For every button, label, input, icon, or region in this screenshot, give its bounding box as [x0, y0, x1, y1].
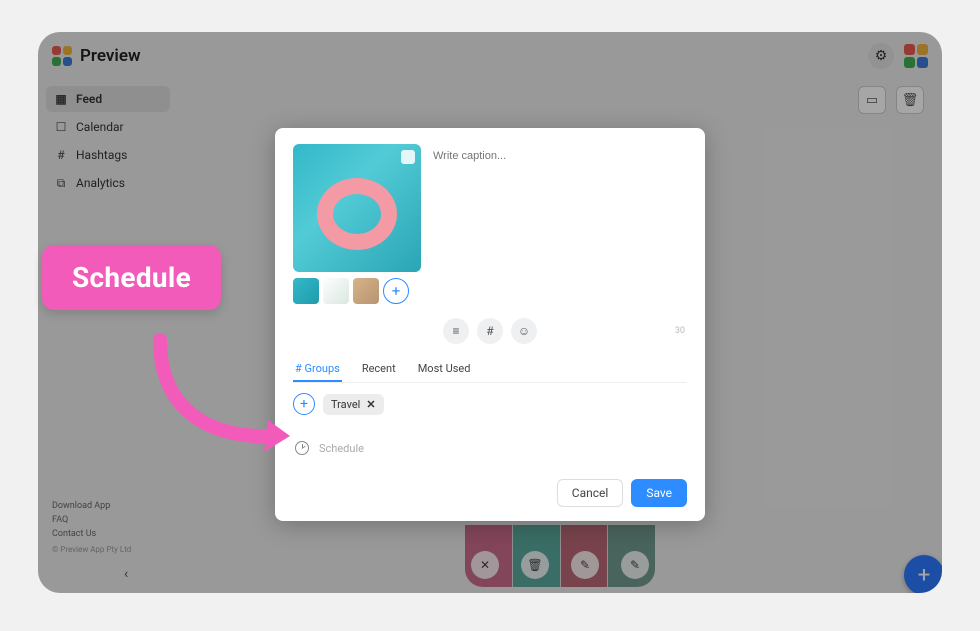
- add-group-button[interactable]: +: [293, 393, 315, 415]
- chip-label: Travel: [331, 398, 360, 411]
- plus-icon: +: [392, 282, 401, 300]
- align-icon: ≡: [452, 324, 459, 338]
- emoji-icon: ☺: [518, 324, 530, 338]
- clock-icon: [295, 441, 309, 455]
- hashtag-tabs: # Groups Recent Most Used: [293, 356, 687, 383]
- plus-icon: +: [300, 396, 308, 412]
- group-chip-travel[interactable]: Travel ✕: [323, 394, 384, 415]
- schedule-placeholder: Schedule: [319, 442, 364, 455]
- tab-recent[interactable]: Recent: [360, 356, 398, 382]
- save-button[interactable]: Save: [631, 479, 687, 507]
- tab-most-used[interactable]: Most Used: [416, 356, 473, 382]
- hashtag-groups-row: + Travel ✕: [293, 393, 687, 415]
- caption-toolbar: ≡ # ☺ 30: [293, 318, 687, 344]
- tab-groups[interactable]: # Groups: [293, 356, 342, 382]
- schedule-field[interactable]: Schedule: [293, 437, 687, 459]
- char-count: 30: [675, 326, 685, 336]
- thumbnail[interactable]: [293, 278, 319, 304]
- align-button[interactable]: ≡: [443, 318, 469, 344]
- chip-remove-icon[interactable]: ✕: [366, 398, 375, 411]
- annotation-callout: Schedule: [42, 245, 221, 310]
- post-main-image[interactable]: [293, 144, 421, 272]
- hash-icon: #: [486, 324, 493, 338]
- thumbnail[interactable]: [353, 278, 379, 304]
- thumbnail[interactable]: [323, 278, 349, 304]
- add-media-button[interactable]: +: [383, 278, 409, 304]
- hashtag-button[interactable]: #: [477, 318, 503, 344]
- cancel-button[interactable]: Cancel: [557, 479, 624, 507]
- thumbnail-row: +: [293, 278, 687, 304]
- emoji-button[interactable]: ☺: [511, 318, 537, 344]
- post-editor-modal: + ≡ # ☺ 30 # Groups Recent Most Used + T…: [275, 128, 705, 521]
- caption-input[interactable]: [433, 148, 687, 162]
- image-content: [317, 178, 397, 250]
